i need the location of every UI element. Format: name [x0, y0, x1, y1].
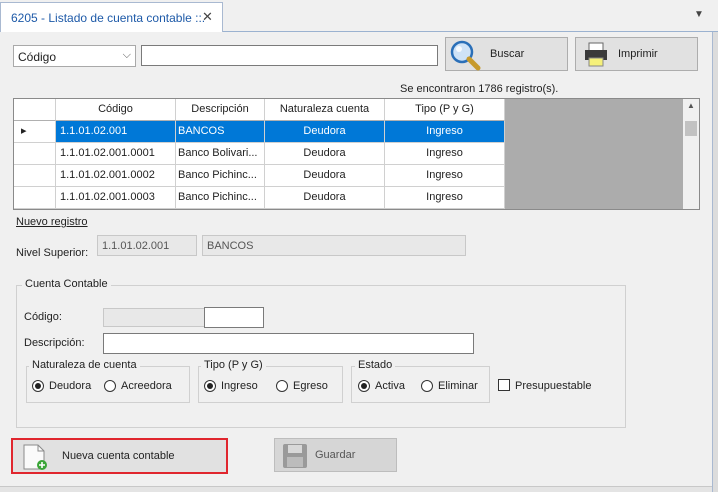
codigo-label: Código: — [24, 311, 62, 323]
search-button[interactable]: Buscar — [445, 37, 568, 71]
presupuestable-checkbox[interactable]: Presupuestable — [498, 379, 598, 395]
new-document-icon — [23, 444, 47, 470]
search-field-value: Código — [18, 50, 57, 64]
nivel-superior-name: BANCOS — [207, 240, 254, 252]
printer-icon — [585, 42, 607, 67]
close-icon[interactable]: ✕ — [202, 9, 213, 25]
table-cell-naturaleza[interactable]: Deudora — [265, 121, 385, 143]
table-cell-codigo[interactable]: 1.1.01.02.001 — [56, 121, 176, 143]
table-cell-descripcion[interactable]: BANCOS — [176, 121, 265, 143]
right-border — [712, 32, 718, 492]
table-cell-codigo[interactable]: 1.1.01.02.001.0002 — [56, 165, 176, 187]
radio-eliminar-circle[interactable] — [421, 380, 433, 392]
table-cell-naturaleza[interactable]: Deudora — [265, 165, 385, 187]
radio-activa[interactable]: Activa — [358, 379, 416, 395]
radio-acreedora[interactable]: Acreedora — [104, 379, 184, 395]
results-count: Se encontraron 1786 registro(s). — [400, 83, 559, 95]
table-cell-codigo[interactable]: 1.1.01.02.001.0001 — [56, 143, 176, 165]
row-selector[interactable] — [14, 165, 56, 187]
table-cell-naturaleza[interactable]: Deudora — [265, 187, 385, 209]
naturaleza-title: Naturaleza de cuenta — [29, 359, 140, 371]
radio-deudora[interactable]: Deudora — [32, 379, 96, 395]
search-input[interactable] — [141, 45, 438, 66]
table-cell-tipo[interactable]: Ingreso — [385, 143, 505, 165]
table-cell-codigo[interactable]: 1.1.01.02.001.0003 — [56, 187, 176, 209]
table-cell-descripcion[interactable]: Banco Pichinc... — [176, 165, 265, 187]
table-cell-descripcion[interactable]: Banco Bolivari... — [176, 143, 265, 165]
radio-activa-circle[interactable] — [358, 380, 370, 392]
cuenta-contable-group — [16, 285, 626, 428]
table-cell-tipo[interactable]: Ingreso — [385, 121, 505, 143]
table-cell-descripcion[interactable]: Banco Pichinc... — [176, 187, 265, 209]
new-record-link[interactable]: Nuevo registro — [16, 216, 88, 228]
radio-ingreso[interactable]: Ingreso — [204, 379, 266, 395]
floppy-disk-icon — [283, 444, 307, 468]
column-header-descripcion[interactable]: Descripción — [176, 99, 265, 121]
row-selector-icon[interactable]: ▸ — [14, 121, 56, 143]
radio-egreso-circle[interactable] — [276, 380, 288, 392]
table-cell-naturaleza[interactable]: Deudora — [265, 143, 385, 165]
nivel-superior-code-field: 1.1.01.02.001 — [97, 235, 197, 256]
new-account-label: Nueva cuenta contable — [62, 450, 175, 462]
radio-deudora-label: Deudora — [49, 380, 92, 392]
radio-ingreso-label: Ingreso — [221, 380, 258, 392]
grid-empty-area — [505, 99, 683, 209]
descripcion-label: Descripción: — [24, 337, 85, 349]
search-field-combo[interactable]: Código ⌵ — [13, 45, 136, 67]
tab-listado-cuenta[interactable]: 6205 - Listado de cuenta contable ::. ✕ — [0, 2, 223, 33]
column-header-naturaleza[interactable]: Naturaleza cuenta — [265, 99, 385, 121]
radio-egreso[interactable]: Egreso — [276, 379, 338, 395]
nivel-superior-code: 1.1.01.02.001 — [102, 240, 170, 252]
column-header-tipo[interactable]: Tipo (P y G) — [385, 99, 505, 121]
descripcion-input[interactable] — [103, 333, 474, 354]
codigo-prefix-field — [103, 308, 205, 327]
nivel-superior-label: Nivel Superior: — [16, 247, 89, 259]
table-cell-tipo[interactable]: Ingreso — [385, 187, 505, 209]
scroll-thumb[interactable] — [685, 121, 697, 136]
magnifier-icon — [450, 40, 481, 71]
radio-ingreso-circle[interactable] — [204, 380, 216, 392]
save-button[interactable]: Guardar — [274, 438, 397, 472]
table-cell-tipo[interactable]: Ingreso — [385, 165, 505, 187]
radio-eliminar[interactable]: Eliminar — [421, 379, 485, 395]
radio-egreso-label: Egreso — [293, 380, 328, 392]
radio-acreedora-circle[interactable] — [104, 380, 116, 392]
chevron-down-icon: ⌵ — [122, 49, 131, 61]
codigo-input[interactable] — [204, 307, 264, 328]
nivel-superior-name-field: BANCOS — [202, 235, 466, 256]
radio-deudora-circle[interactable] — [32, 380, 44, 392]
presupuestable-box[interactable] — [498, 379, 510, 391]
cuenta-contable-title: Cuenta Contable — [22, 278, 111, 290]
estado-title: Estado — [355, 359, 396, 371]
row-selector[interactable] — [14, 143, 56, 165]
column-header-codigo[interactable]: Código — [56, 99, 176, 121]
scroll-up-icon[interactable]: ▲ — [687, 101, 695, 110]
print-button[interactable]: Imprimir — [575, 37, 698, 71]
dropdown-arrow-icon[interactable]: ▼ — [694, 9, 704, 20]
tipo-title: Tipo (P y G) — [201, 359, 266, 371]
print-button-label: Imprimir — [618, 48, 658, 60]
radio-acreedora-label: Acreedora — [121, 380, 172, 392]
tab-title: 6205 - Listado de cuenta contable ::. — [11, 11, 206, 25]
row-selector[interactable] — [14, 187, 56, 209]
new-account-button[interactable]: Nueva cuenta contable — [11, 438, 228, 474]
presupuestable-label: Presupuestable — [515, 380, 592, 392]
grid-row-header-corner — [14, 99, 56, 121]
radio-activa-label: Activa — [375, 380, 405, 392]
bottom-border — [0, 486, 712, 492]
search-button-label: Buscar — [490, 48, 525, 60]
radio-eliminar-label: Eliminar — [438, 380, 478, 392]
grid-scrollbar[interactable]: ▲ — [683, 99, 699, 209]
save-button-label: Guardar — [315, 449, 356, 461]
